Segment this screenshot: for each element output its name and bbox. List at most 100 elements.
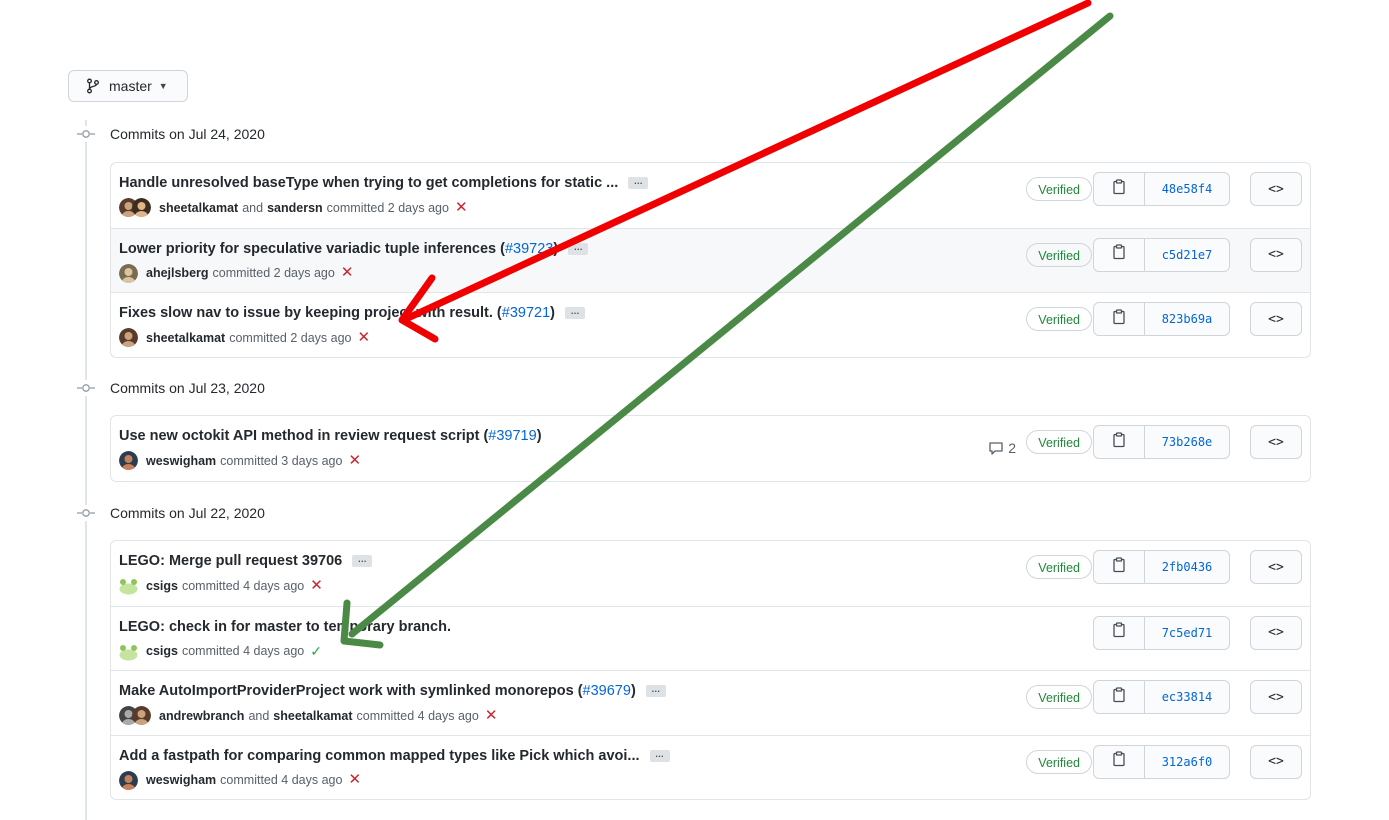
sha-button-group: ec33814 (1093, 680, 1230, 714)
copy-sha-button[interactable] (1094, 745, 1145, 778)
commit-sha-link[interactable]: 823b69a (1145, 303, 1229, 335)
author-link[interactable]: andrewbranch (159, 709, 244, 723)
pull-request-link[interactable]: #39723 (505, 241, 553, 257)
commit-message: Use new octokit API method in review req… (119, 428, 542, 444)
commit-sha-link[interactable]: 2fb0436 (1145, 551, 1229, 583)
pull-request-link[interactable]: #39721 (502, 305, 550, 321)
author-link[interactable]: csigs (146, 644, 178, 658)
check-icon[interactable]: ✓ (310, 643, 322, 660)
commit-title-link[interactable]: LEGO: check in for master to temporary b… (119, 619, 451, 635)
verified-badge[interactable]: Verified (1026, 307, 1092, 331)
expand-message-button[interactable]: … (628, 177, 649, 189)
browse-repo-button[interactable]: <> (1250, 172, 1302, 206)
commit-message: LEGO: check in for master to temporary b… (119, 619, 451, 635)
copy-sha-button[interactable] (1094, 426, 1145, 458)
browse-repo-button[interactable]: <> (1250, 550, 1302, 584)
commit-row: Make AutoImportProviderProject work with… (111, 670, 1310, 735)
author-link[interactable]: csigs (146, 579, 178, 593)
avatar[interactable] (119, 770, 138, 790)
verified-badge[interactable]: Verified (1026, 177, 1092, 201)
sha-button-group: 312a6f0 (1093, 744, 1230, 779)
commit-title-link[interactable]: LEGO: Merge pull request 39706 (119, 553, 342, 569)
commit-meta: sheetalkamat and sandersn committed 2 days … (119, 198, 468, 217)
commit-message: Add a fastpath for comparing common mapp… (119, 748, 670, 764)
pull-request-link[interactable]: #39719 (488, 428, 536, 444)
comments-count[interactable]: 2 (988, 440, 1016, 456)
git-commit-icon (76, 126, 96, 142)
author-link[interactable]: sheetalkamat (146, 331, 225, 345)
commit-time: committed 2 days ago (212, 266, 335, 280)
commit-message: Make AutoImportProviderProject work with… (119, 683, 666, 699)
x-icon[interactable]: ✕ (348, 453, 361, 468)
avatar[interactable] (132, 706, 151, 725)
x-icon[interactable]: ✕ (485, 708, 498, 723)
commit-title-link[interactable]: Fixes slow nav to issue by keeping proje… (119, 305, 502, 321)
commit-title-link[interactable]: Make AutoImportProviderProject work with… (119, 683, 583, 699)
branch-select-button[interactable]: master ▼ (68, 70, 188, 102)
verified-badge[interactable]: Verified (1026, 685, 1092, 709)
browse-repo-button[interactable]: <> (1250, 302, 1302, 336)
commit-row: Lower priority for speculative variadic … (111, 227, 1310, 292)
commit-sha-link[interactable]: 48e58f4 (1145, 173, 1229, 205)
verified-badge[interactable]: Verified (1026, 430, 1092, 454)
comment-icon (988, 440, 1004, 456)
verified-badge[interactable]: Verified (1026, 242, 1092, 267)
expand-message-button[interactable]: … (564, 307, 585, 319)
author-link[interactable]: sandersn (267, 201, 323, 215)
sha-button-group: 823b69a (1093, 302, 1230, 336)
expand-message-button[interactable]: … (352, 555, 373, 567)
x-icon[interactable]: ✕ (348, 772, 361, 787)
browse-repo-button[interactable]: <> (1250, 680, 1302, 714)
commit-sha-link[interactable]: c5d21e7 (1145, 239, 1229, 271)
avatar[interactable] (119, 576, 138, 595)
expand-message-button[interactable]: … (568, 242, 589, 255)
clipboard-icon (1112, 431, 1126, 453)
clipboard-icon (1112, 556, 1126, 578)
commit-title-link[interactable]: Add a fastpath for comparing common mapp… (119, 748, 640, 764)
commit-title-link[interactable]: Lower priority for speculative variadic … (119, 241, 505, 257)
author-link[interactable]: sheetalkamat (273, 709, 352, 723)
commit-group-header: Commits on Jul 22, 2020 (76, 501, 265, 525)
author-link[interactable]: weswigham (146, 454, 216, 468)
copy-sha-button[interactable] (1094, 681, 1145, 713)
git-commit-icon (76, 505, 96, 521)
x-icon[interactable]: ✕ (455, 200, 468, 215)
verified-badge[interactable]: Verified (1026, 555, 1092, 579)
expand-message-button[interactable]: … (645, 685, 666, 697)
copy-sha-button[interactable] (1094, 303, 1145, 335)
author-link[interactable]: sheetalkamat (159, 201, 238, 215)
browse-repo-button[interactable]: <> (1250, 615, 1302, 650)
commit-sha-link[interactable]: 7c5ed71 (1145, 617, 1229, 649)
avatar[interactable] (119, 328, 138, 347)
avatar[interactable] (132, 198, 151, 217)
browse-repo-button[interactable]: <> (1250, 237, 1302, 272)
commit-sha-link[interactable]: 73b268e (1145, 426, 1229, 458)
commit-title-link[interactable]: Handle unresolved baseType when trying t… (119, 175, 618, 191)
clipboard-icon (1112, 751, 1126, 772)
author-link[interactable]: weswigham (146, 773, 216, 787)
commit-group-date: Commits on Jul 22, 2020 (110, 505, 265, 521)
avatar[interactable] (119, 642, 138, 661)
browse-repo-button[interactable]: <> (1250, 425, 1302, 459)
avatar[interactable] (119, 263, 138, 283)
clipboard-icon (1112, 178, 1126, 200)
expand-message-button[interactable]: … (649, 749, 670, 762)
commit-sha-link[interactable]: 312a6f0 (1145, 746, 1229, 778)
x-icon[interactable]: ✕ (358, 330, 371, 345)
copy-sha-button[interactable] (1094, 173, 1145, 205)
author-joiner: and (248, 708, 270, 723)
copy-sha-button[interactable] (1094, 616, 1145, 649)
avatar[interactable] (119, 451, 138, 470)
commit-sha-link[interactable]: ec33814 (1145, 681, 1229, 713)
commit-group-box: Use new octokit API method in review req… (110, 415, 1311, 482)
verified-badge[interactable]: Verified (1026, 749, 1092, 774)
author-link[interactable]: ahejlsberg (146, 266, 209, 280)
pull-request-link[interactable]: #39679 (583, 683, 631, 699)
commit-title-link[interactable]: Use new octokit API method in review req… (119, 428, 488, 444)
copy-sha-button[interactable] (1094, 238, 1145, 271)
browse-repo-button[interactable]: <> (1250, 744, 1302, 779)
copy-sha-button[interactable] (1094, 551, 1145, 583)
x-icon[interactable]: ✕ (341, 265, 354, 280)
commit-row: LEGO: check in for master to temporary b… (111, 605, 1310, 671)
x-icon[interactable]: ✕ (310, 578, 323, 593)
